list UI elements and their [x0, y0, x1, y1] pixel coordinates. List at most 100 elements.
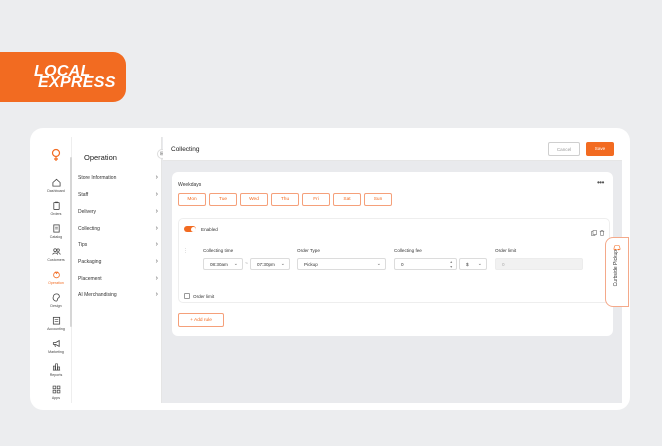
- save-button[interactable]: Save: [586, 142, 614, 156]
- brand-logo: LOCAL EXPRESS: [34, 64, 116, 91]
- collecting-fee-input[interactable]: 0 ▲ ▼: [394, 258, 457, 270]
- currency-value: $: [466, 262, 469, 267]
- users-icon: [51, 248, 61, 255]
- nav-orders[interactable]: Orders: [40, 201, 72, 223]
- nav-label: Orders: [50, 212, 62, 216]
- curbside-pickup-tab[interactable]: Curbside Pickup: [605, 237, 629, 307]
- nav-label: Operation: [48, 281, 64, 285]
- chart-icon: [52, 363, 60, 371]
- day-wed[interactable]: Wed: [240, 193, 268, 206]
- chevron-right-icon: ›: [155, 208, 158, 215]
- collecting-fee-value: 0: [401, 262, 404, 267]
- nav-customers[interactable]: Customers: [40, 247, 72, 269]
- menu-item-delivery[interactable]: Delivery ›: [78, 205, 158, 219]
- chevron-down-icon: ⌄: [376, 261, 381, 267]
- nav-dashboard[interactable]: Dashboard: [40, 178, 72, 200]
- order-type-select[interactable]: Pickup ⌄: [297, 258, 386, 270]
- add-rule-label: Add rule: [194, 318, 212, 323]
- time-end-value: 07:30pm: [257, 262, 275, 267]
- chevron-down-icon: ⌄: [233, 261, 238, 267]
- add-rule-button[interactable]: + Add rule: [178, 313, 224, 327]
- menu-item-tips[interactable]: Tips ›: [78, 238, 158, 252]
- menu-item-ai-merchandising[interactable]: AI Merchandising ›: [78, 288, 158, 302]
- collecting-rule: Enabled ⋮ Collecting time 08:30am ⌄ ~ 07:…: [178, 218, 610, 303]
- page-title: Collecting: [171, 146, 200, 153]
- app-window: Dashboard Orders Catalog Customers Opera…: [40, 137, 622, 403]
- collecting-fee-label: Collecting fee: [394, 248, 422, 253]
- order-limit-value: 0: [502, 262, 505, 267]
- operation-menu: Operation Store Information › Staff › Deli…: [72, 137, 162, 403]
- collecting-panel: Weekdays ••• Mon Tue Wed Thu Fri Sat Sun…: [172, 172, 613, 336]
- curbside-pickup-label: Curbside Pickup: [613, 250, 619, 287]
- menu-item-label: Placement: [78, 276, 102, 282]
- stepper-icon[interactable]: ▲ ▼: [450, 260, 453, 269]
- nav-label: Catalog: [49, 235, 63, 239]
- day-sun[interactable]: Sun: [364, 193, 392, 206]
- chevron-right-icon: ›: [155, 225, 158, 232]
- chevron-right-icon: ›: [155, 174, 158, 181]
- nav-label: Dashboard: [47, 189, 65, 193]
- clipboard-icon: [52, 201, 60, 210]
- order-type-value: Pickup: [304, 262, 318, 267]
- icon-rail: Dashboard Orders Catalog Customers Opera…: [40, 137, 72, 403]
- operation-icon: [52, 271, 60, 279]
- nav-accounting[interactable]: Accounting: [40, 316, 72, 338]
- day-mon[interactable]: Mon: [178, 193, 206, 206]
- time-separator: ~: [245, 261, 248, 267]
- nav-catalog[interactable]: Catalog: [40, 224, 72, 246]
- order-limit-label: Order limit: [495, 248, 517, 253]
- nav-marketing[interactable]: Marketing: [40, 339, 72, 361]
- menu-item-store-information[interactable]: Store Information ›: [78, 171, 158, 185]
- chevron-down-icon: ⌄: [477, 261, 482, 267]
- chevron-right-icon: ›: [155, 241, 158, 248]
- menu-item-label: Collecting: [78, 226, 100, 232]
- collecting-time-label: Collecting time: [203, 248, 234, 253]
- nav-label: Reports: [49, 373, 63, 377]
- palette-icon: [52, 293, 60, 302]
- time-end-input[interactable]: 07:30pm ⌄: [250, 258, 290, 270]
- main-content: Collecting Cancel Save Weekdays ••• Mon …: [163, 137, 622, 403]
- time-start-value: 08:30am: [210, 262, 228, 267]
- enabled-label: Enabled: [201, 227, 218, 232]
- menu-item-placement[interactable]: Placement ›: [78, 272, 158, 286]
- ledger-icon: [52, 316, 60, 325]
- order-limit-checkbox-label: Order limit: [193, 294, 215, 299]
- nav-label: Accounting: [47, 327, 65, 331]
- chevron-right-icon: ›: [155, 291, 158, 298]
- megaphone-icon: [52, 339, 60, 348]
- day-thu[interactable]: Thu: [271, 193, 299, 206]
- drag-handle-icon[interactable]: ⋮: [183, 249, 188, 254]
- home-icon: [51, 178, 61, 187]
- book-icon: [52, 224, 60, 233]
- trash-icon[interactable]: [599, 230, 605, 236]
- day-fri[interactable]: Fri: [302, 193, 330, 206]
- nav-label: Customers: [47, 258, 65, 262]
- menu-item-label: Store Information: [78, 175, 117, 181]
- enabled-toggle[interactable]: [184, 226, 196, 232]
- time-start-input[interactable]: 08:30am ⌄: [203, 258, 243, 270]
- nav-label: Apps: [51, 396, 61, 400]
- operation-menu-title: Operation: [84, 153, 117, 162]
- copy-icon[interactable]: [591, 230, 597, 236]
- menu-item-collecting[interactable]: Collecting ›: [78, 222, 158, 236]
- more-options-icon[interactable]: •••: [597, 178, 604, 187]
- day-sat[interactable]: Sat: [333, 193, 361, 206]
- nav-reports[interactable]: Reports: [40, 362, 72, 384]
- nav-design[interactable]: Design: [40, 293, 72, 315]
- menu-item-staff[interactable]: Staff ›: [78, 188, 158, 202]
- order-type-label: Order Type: [297, 248, 320, 253]
- nav-operation[interactable]: Operation: [40, 270, 72, 292]
- grid-icon: [52, 385, 60, 394]
- weekdays-title: Weekdays: [178, 182, 202, 188]
- order-limit-input[interactable]: 0: [495, 258, 583, 270]
- cancel-button[interactable]: Cancel: [548, 142, 580, 156]
- day-tue[interactable]: Tue: [209, 193, 237, 206]
- menu-item-label: Delivery: [78, 209, 97, 215]
- menu-item-packaging[interactable]: Packaging ›: [78, 255, 158, 269]
- nav-label: Design: [50, 304, 62, 308]
- nav-apps[interactable]: Apps: [40, 385, 72, 403]
- menu-item-label: AI Merchandising: [78, 292, 117, 298]
- order-limit-checkbox[interactable]: [184, 293, 190, 299]
- currency-select[interactable]: $ ⌄: [459, 258, 487, 270]
- chevron-right-icon: ›: [155, 191, 158, 198]
